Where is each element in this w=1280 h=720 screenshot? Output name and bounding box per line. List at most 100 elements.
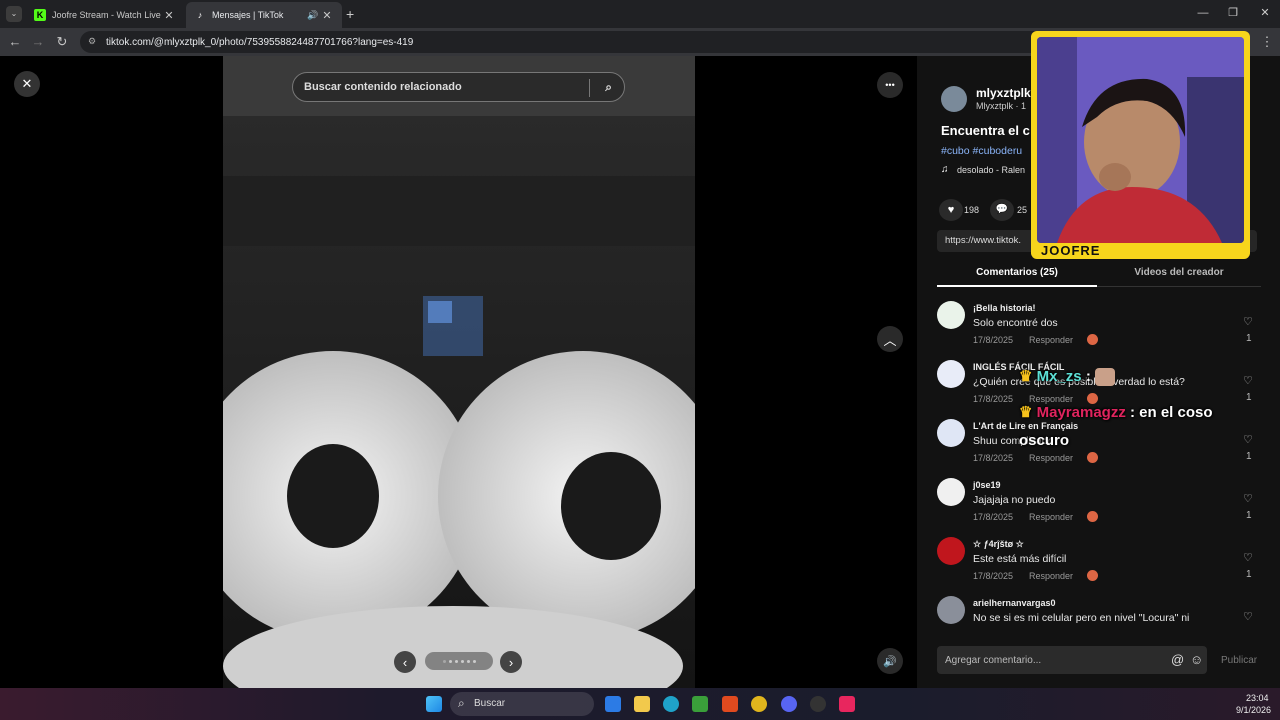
taskbar-search[interactable]: ⌕ Buscar	[450, 692, 594, 716]
comment-like-icon[interactable]: ♡	[1243, 315, 1253, 328]
comment-date: 17/8/2025	[973, 453, 1014, 463]
xbox-icon[interactable]	[692, 696, 708, 712]
comment-like-icon[interactable]: ♡	[1243, 551, 1253, 564]
comment-like-count: 1	[1246, 569, 1252, 580]
brave-icon[interactable]	[722, 696, 738, 712]
comment-date: 17/8/2025	[973, 394, 1014, 404]
reload-icon[interactable]: ↻	[53, 33, 71, 51]
post-hashtags[interactable]: #cubo #cuboderu	[941, 145, 1022, 157]
restore-button[interactable]: ❐	[1218, 4, 1248, 22]
tab-tiktok-messages[interactable]: ♪ Mensajes | TikTok 🔊 ✕	[186, 2, 342, 28]
page-dot[interactable]	[472, 659, 476, 663]
music-icon: ♫	[941, 164, 949, 175]
related-search-input[interactable]: Buscar contenido relacionado ⌕	[292, 72, 625, 102]
like-button[interactable]: ♥	[939, 199, 963, 221]
reply-button[interactable]: Responder	[1029, 512, 1073, 522]
page-dot[interactable]	[454, 659, 458, 663]
chrome-icon[interactable]	[751, 696, 767, 712]
creator-avatar-mini	[1087, 570, 1098, 581]
close-tab-icon[interactable]: ✕	[162, 9, 176, 22]
comment-input[interactable]: Agregar comentario... @ ☺	[937, 646, 1207, 674]
mention-icon[interactable]: @	[1171, 652, 1184, 667]
photo-pagination	[425, 652, 493, 670]
new-tab-button[interactable]: +	[346, 6, 354, 22]
author-avatar[interactable]	[941, 86, 967, 112]
minimize-button[interactable]: —	[1188, 4, 1218, 22]
tab-comments[interactable]: Comentarios (25)	[937, 261, 1097, 287]
discord-icon[interactable]	[781, 696, 797, 712]
comment-like-icon[interactable]: ♡	[1243, 610, 1253, 623]
post-photo[interactable]	[223, 56, 695, 688]
comment-button[interactable]: 💬	[990, 199, 1014, 221]
windows-start-icon[interactable]	[426, 696, 442, 712]
like-count: 198	[964, 205, 980, 215]
page-dot[interactable]	[460, 659, 464, 663]
prev-photo-button[interactable]: ‹	[394, 651, 416, 673]
reply-button[interactable]: Responder	[1029, 335, 1073, 345]
forward-icon[interactable]: →	[29, 33, 47, 51]
site-info-icon[interactable]: ⚙	[88, 36, 96, 47]
commenter-avatar[interactable]	[937, 478, 965, 506]
tab-comments-label: Comentarios (25)	[976, 267, 1058, 278]
publish-button[interactable]: Publicar	[1221, 655, 1257, 666]
tiktok-logo-icon: ♪	[197, 10, 203, 20]
emoji-icon[interactable]: ☺	[1190, 652, 1203, 667]
commenter-avatar[interactable]	[937, 419, 965, 447]
chat-message: ♛ Mx_zs :	[1019, 367, 1115, 387]
speaker-icon[interactable]: 🔊	[306, 10, 320, 21]
chevron-up-icon: ︿	[883, 332, 897, 348]
tiktok-icon[interactable]	[839, 696, 855, 712]
close-icon: ✕	[21, 76, 33, 91]
file-explorer-icon[interactable]	[634, 696, 650, 712]
page-dot[interactable]	[448, 659, 452, 663]
url-text: tiktok.com/@mlyxztplk_0/photo/7539558824…	[106, 36, 414, 48]
browser-tab-bar: ⌄ K Joofre Stream - Watch Live on K ✕ ♪ …	[0, 0, 1280, 28]
commenter-name[interactable]: ¡Bella historia!	[973, 303, 1036, 313]
creator-avatar-mini	[1087, 334, 1098, 345]
back-icon[interactable]: ←	[6, 33, 24, 51]
notepad-icon[interactable]	[605, 696, 621, 712]
close-tab-icon[interactable]: ✕	[320, 9, 334, 22]
commenter-avatar[interactable]	[937, 596, 965, 624]
next-photo-button[interactable]: ›	[500, 651, 522, 673]
post-title: Encuentra el c	[941, 123, 1030, 138]
obs-icon[interactable]	[810, 696, 826, 712]
commenter-avatar[interactable]	[937, 360, 965, 388]
panel-tabs: Comentarios (25) Videos del creador	[937, 261, 1261, 287]
edge-icon[interactable]	[663, 696, 679, 712]
previous-post-button[interactable]: ︿	[877, 326, 903, 352]
commenter-name[interactable]: j0se19	[973, 480, 1001, 490]
commenter-avatar[interactable]	[937, 301, 965, 329]
clock-time[interactable]: 23:04	[1246, 693, 1269, 703]
commenter-name[interactable]: arielhernanvargas0	[973, 598, 1056, 608]
close-viewer-button[interactable]: ✕	[14, 71, 40, 97]
author-username[interactable]: mlyxztplk	[976, 86, 1031, 100]
search-divider	[589, 79, 590, 97]
taskbar-search-label: Buscar	[474, 698, 506, 709]
comment-like-icon[interactable]: ♡	[1243, 374, 1253, 387]
close-window-button[interactable]: ✕	[1250, 4, 1280, 22]
page-dot[interactable]	[442, 659, 446, 663]
webcam-feed	[1037, 37, 1244, 243]
browser-menu-icon[interactable]: ⋮	[1258, 33, 1276, 51]
commenter-name[interactable]: ☆ ƒ4rĵštø ☆	[973, 539, 1024, 550]
music-title[interactable]: desolado - Ralen	[957, 165, 1025, 175]
search-icon[interactable]: ⌕	[605, 80, 612, 95]
post-link-text: https://www.tiktok.	[945, 235, 1022, 246]
more-options-button[interactable]: •••	[877, 72, 903, 98]
tab-creator-videos[interactable]: Videos del creador	[1097, 261, 1261, 287]
page-dot[interactable]	[466, 659, 470, 663]
more-icon: •••	[885, 80, 895, 90]
search-icon: ⌕	[458, 696, 465, 710]
comment-like-icon[interactable]: ♡	[1243, 492, 1253, 505]
channel-label: JOOFRE	[1041, 243, 1101, 258]
crown-icon: ♛	[1019, 404, 1033, 421]
speaker-icon: 🔊	[883, 655, 897, 668]
commenter-avatar[interactable]	[937, 537, 965, 565]
tab-joofre-stream[interactable]: K Joofre Stream - Watch Live on K ✕	[26, 2, 184, 28]
clock-date[interactable]: 9/1/2026	[1236, 705, 1271, 715]
author-subname: Mlyxztplk · 1	[976, 101, 1027, 111]
volume-button[interactable]: 🔊	[877, 648, 903, 674]
tab-list-button[interactable]: ⌄	[6, 6, 22, 22]
reply-button[interactable]: Responder	[1029, 571, 1073, 581]
